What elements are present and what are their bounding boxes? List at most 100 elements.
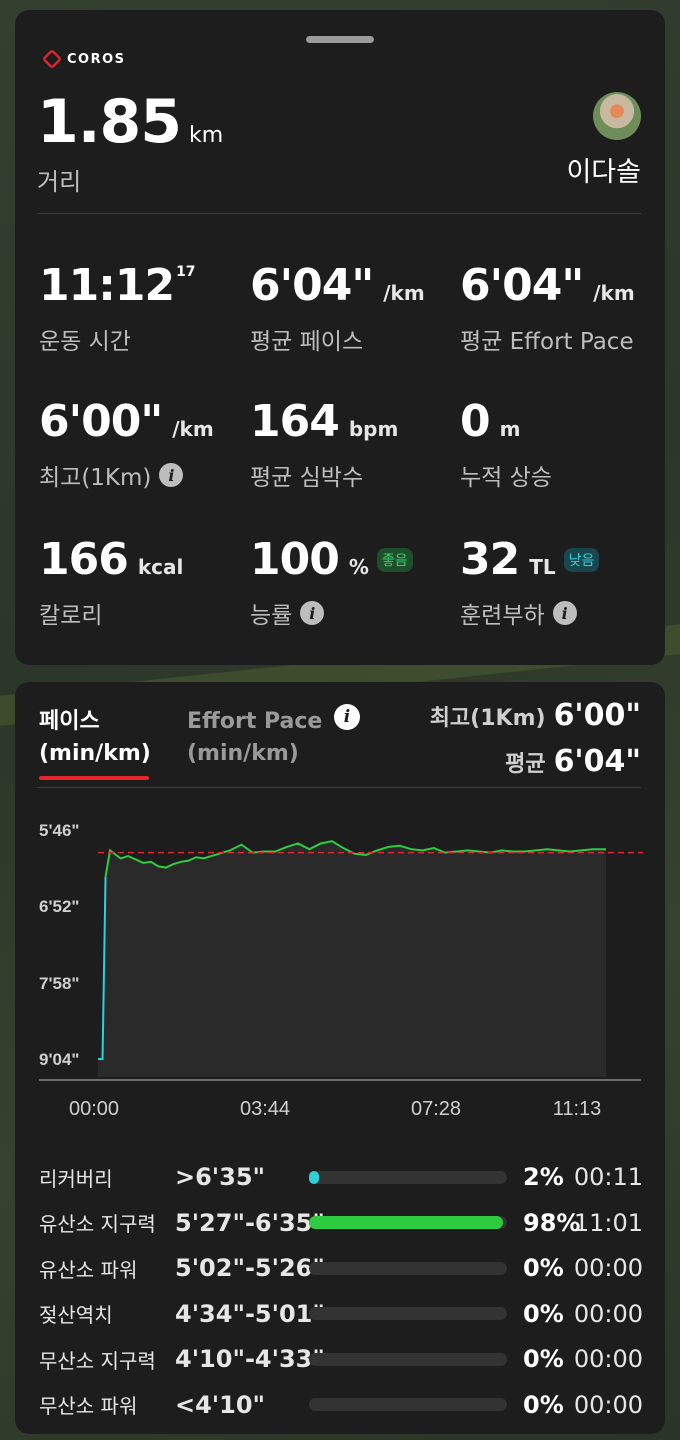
zone-time: 00:00: [573, 1299, 643, 1328]
chart-y-tick: 7'58": [39, 974, 79, 993]
zone-row: 유산소 파워 5'02"-5'26" 0% 00:00: [39, 1245, 643, 1291]
avg-pace-summary: 평균 6'04": [505, 744, 641, 779]
stat-value: 100: [250, 534, 340, 585]
zone-name: 무산소 지구력: [39, 1348, 156, 1373]
best-value: 6'00": [553, 698, 641, 733]
chart-y-tick: 6'52": [39, 897, 79, 916]
zone-percent: 98%: [523, 1208, 581, 1237]
stat-unit: m: [499, 417, 521, 441]
tab-effort-unit: (min/km): [187, 741, 299, 766]
stat-value: 166: [39, 534, 129, 585]
stat-unit: TL: [529, 555, 556, 579]
pace-chart-card: 페이스 (min/km) Effort Pace (min/km) i 최고(1…: [15, 682, 665, 1434]
logo-text: COROS: [67, 51, 126, 67]
zone-name: 무산소 파워: [39, 1394, 138, 1418]
tab-pace-unit: (min/km): [39, 741, 151, 766]
zone-percent: 0%: [523, 1345, 564, 1373]
stat-duration: 11:12 17 운동 시간: [39, 264, 196, 356]
avg-label: 평균: [505, 752, 546, 777]
stat-label: 훈련부하: [460, 603, 545, 629]
info-icon[interactable]: i: [334, 704, 360, 730]
zone-name: 유산소 파워: [39, 1257, 138, 1282]
stat-avg-hr: 164 bpm 평균 심박수: [250, 400, 398, 492]
distance-unit: km: [189, 123, 224, 148]
stat-value: 164: [250, 396, 340, 447]
stat-best-1k: 6'00"/km 최고(1Km) i: [39, 400, 214, 492]
info-icon[interactable]: i: [552, 601, 577, 625]
pace-chart[interactable]: 5'46" 6'52" 7'58" 9'04" 00:00 03:44 07:28 11:13: [15, 782, 665, 1122]
zone-bar-track: [309, 1352, 507, 1366]
stat-label: 능률: [250, 603, 293, 629]
zone-time: 00:00: [573, 1254, 643, 1282]
coros-logo-icon: [41, 48, 63, 70]
stat-value: 6'04": [250, 260, 374, 311]
zone-bar-track: [309, 1170, 507, 1184]
info-icon[interactable]: i: [159, 463, 184, 487]
stat-efficiency: 100% 좋음 능률 i: [250, 538, 413, 630]
info-icon[interactable]: i: [300, 601, 325, 625]
zone-range: 5'27"-6'35": [175, 1208, 325, 1237]
stat-unit: /km: [172, 417, 214, 441]
tab-pace[interactable]: 페이스 (min/km): [39, 706, 151, 770]
tab-effort-title: Effort Pace: [187, 709, 323, 734]
zone-time: 00:00: [573, 1390, 643, 1419]
zone-name: 리커버리: [39, 1166, 113, 1191]
coros-logo: COROS: [41, 48, 126, 70]
stat-label: 평균 Effort Pace: [460, 329, 634, 355]
zone-bar-fill: [309, 1170, 319, 1184]
stat-value: 32: [460, 534, 520, 585]
zone-bar-fill: [309, 1216, 504, 1229]
stat-avg-pace: 6'04"/km 평균 페이스: [250, 264, 425, 356]
stat-value: 0: [460, 396, 491, 447]
zone-time: 11:01: [573, 1208, 643, 1237]
drag-handle[interactable]: [306, 36, 374, 43]
tab-effort-pace[interactable]: Effort Pace (min/km): [187, 706, 322, 770]
zone-percent: 0%: [523, 1390, 564, 1419]
zone-row: 유산소 지구력 5'27"-6'35" 98% 11:01: [39, 1200, 643, 1246]
stat-unit: bpm: [348, 417, 399, 441]
zone-row: 무산소 지구력 4'10"-4'33" 0% 00:00: [39, 1336, 643, 1382]
best-label: 최고(1Km): [429, 706, 546, 731]
status-badge: 좋음: [376, 548, 413, 572]
zone-bar-track: [309, 1261, 507, 1275]
chart-x-tick: 11:13: [553, 1098, 602, 1120]
zone-name: 젖산역치: [39, 1303, 113, 1327]
tab-pace-title: 페이스: [39, 709, 100, 734]
zone-range: 4'34"-5'01": [175, 1299, 325, 1328]
stat-value: 6'00": [39, 396, 163, 447]
chart-area-fill: [98, 841, 606, 1077]
chart-y-tick: 5'46": [39, 821, 79, 840]
zone-percent: 2%: [523, 1163, 564, 1191]
status-badge: 낮음: [563, 548, 600, 572]
zone-row: 리커버리 >6'35" 2% 00:11: [39, 1154, 643, 1200]
stat-label: 누적 상승: [460, 465, 552, 491]
stat-unit: /km: [593, 281, 635, 305]
tab-active-indicator: [39, 776, 149, 780]
distance-value: 1.85: [37, 87, 182, 157]
stat-label: 칼로리: [39, 603, 103, 629]
chart-y-tick: 9'04": [39, 1050, 79, 1069]
stat-label: 평균 심박수: [250, 465, 364, 491]
zone-range: <4'10": [175, 1390, 266, 1419]
best-pace-summary: 최고(1Km) 6'00": [430, 698, 641, 733]
zone-percent: 0%: [523, 1254, 564, 1282]
distance-label: 거리: [37, 168, 82, 196]
stat-elevation: 0m 누적 상승: [460, 400, 552, 492]
stat-effort-pace: 6'04"/km 평균 Effort Pace: [460, 264, 635, 356]
stat-unit: kcal: [137, 555, 184, 579]
zone-time: 00:11: [573, 1163, 643, 1191]
stat-calories: 166 kcal 칼로리: [39, 538, 183, 630]
stat-sup: 17: [176, 264, 196, 280]
stat-value: 11:12: [39, 260, 175, 311]
zone-row: 젖산역치 4'34"-5'01" 0% 00:00: [39, 1291, 643, 1337]
stat-unit: %: [348, 555, 369, 579]
distance-value-group: 1.85 km: [37, 92, 223, 152]
user-name[interactable]: 이다솔: [566, 150, 641, 189]
zone-percent: 0%: [523, 1299, 564, 1328]
stat-label: 평균 페이스: [250, 329, 364, 355]
avatar[interactable]: [593, 92, 641, 140]
zone-time: 00:00: [573, 1345, 643, 1373]
stat-label: 운동 시간: [39, 329, 131, 355]
summary-card: COROS 1.85 km 거리 이다솔 11:12 17 운동 시간 6'04"…: [15, 10, 665, 665]
zone-name: 유산소 지구력: [39, 1212, 156, 1236]
